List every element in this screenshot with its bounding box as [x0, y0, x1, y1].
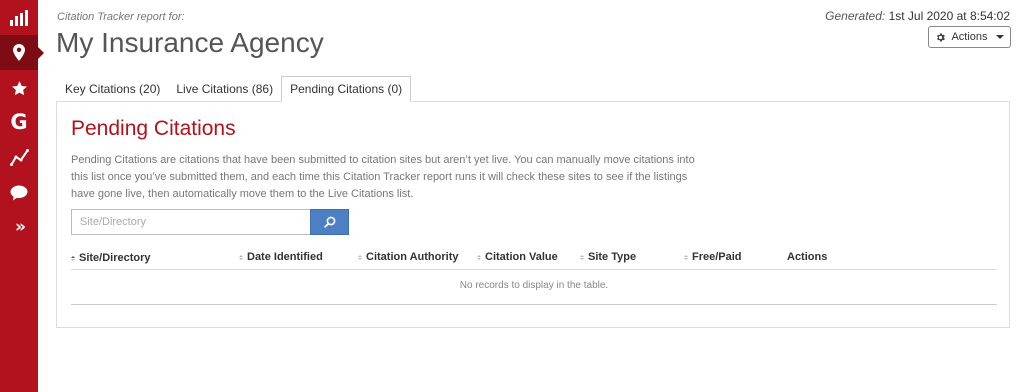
- chat-bubble-icon: [10, 185, 28, 200]
- sort-icon: [580, 254, 584, 260]
- sidebar-item-overview[interactable]: [0, 0, 38, 35]
- gear-icon: [937, 33, 946, 41]
- sort-icon: [684, 254, 688, 260]
- report-for-label: Citation Tracker report for:: [57, 11, 185, 23]
- sort-icon: [358, 254, 362, 260]
- empty-table-message: No records to display in the table.: [459, 280, 609, 291]
- generated-value: 1st Jul 2020 at 8:54:02: [888, 9, 1010, 23]
- tab-live-citations[interactable]: Live Citations (86): [168, 76, 281, 102]
- bar-chart-icon: [10, 9, 28, 26]
- page-title: My Insurance Agency: [56, 27, 324, 58]
- sidebar-item-messages[interactable]: [0, 175, 38, 210]
- column-header-label: Citation Authority: [366, 251, 459, 263]
- column-header-free-paid[interactable]: Free/Paid: [684, 251, 742, 263]
- sidebar: G »: [0, 0, 44, 392]
- generated-label: Generated:: [825, 9, 886, 23]
- sort-icon: [477, 254, 481, 260]
- caret-down-icon: [995, 35, 1004, 39]
- sidebar-item-rankings[interactable]: [0, 140, 38, 175]
- sort-icon: [239, 254, 243, 260]
- column-header-label: Site/Directory: [79, 252, 151, 264]
- search-icon: [323, 216, 335, 228]
- search-input[interactable]: [71, 209, 310, 235]
- column-header-label: Date Identified: [247, 251, 323, 263]
- sidebar-item-google[interactable]: G: [0, 105, 38, 140]
- column-header-label: Site Type: [588, 251, 637, 263]
- column-header-label: Actions: [787, 251, 828, 263]
- sidebar-item-expand[interactable]: »: [0, 210, 38, 245]
- column-header-citation-authority[interactable]: Citation Authority: [358, 251, 458, 263]
- column-header-date-identified[interactable]: Date Identified: [239, 251, 323, 263]
- google-icon: G: [10, 110, 28, 134]
- column-header-label: Citation Value: [485, 251, 558, 263]
- panel-title: Pending Citations: [71, 117, 236, 140]
- column-header-citation-value[interactable]: Citation Value: [477, 251, 558, 263]
- table-bottom-divider: [71, 304, 997, 305]
- map-pin-icon: [13, 44, 25, 61]
- actions-button-label: Actions: [951, 31, 988, 43]
- column-header-label: Free/Paid: [692, 251, 742, 263]
- pending-citations-panel: Pending Citations Pending Citations are …: [56, 101, 1010, 328]
- tab-pending-citations[interactable]: Pending Citations (0): [281, 76, 412, 102]
- panel-description: Pending Citations are citations that hav…: [71, 154, 695, 200]
- table-header-divider: [71, 269, 997, 270]
- generated-timestamp: Generated: 1st Jul 2020 at 8:54:02: [825, 9, 1010, 23]
- column-header-actions: Actions: [787, 251, 827, 263]
- actions-button[interactable]: Actions: [928, 26, 1011, 48]
- sidebar-item-citations[interactable]: [0, 35, 44, 70]
- sort-icon: [71, 255, 75, 261]
- column-header-site-type[interactable]: Site Type: [580, 251, 636, 263]
- column-header-site-directory[interactable]: Site/Directory: [71, 252, 151, 264]
- sidebar-item-reviews[interactable]: [0, 71, 38, 106]
- citation-tabs: Key Citations (20) Live Citations (86) P…: [57, 76, 412, 102]
- trend-line-icon: [9, 149, 29, 166]
- search-button[interactable]: [310, 209, 349, 235]
- double-chevron-icon: »: [15, 217, 26, 237]
- tab-key-citations[interactable]: Key Citations (20): [57, 76, 168, 102]
- star-icon: [11, 81, 27, 96]
